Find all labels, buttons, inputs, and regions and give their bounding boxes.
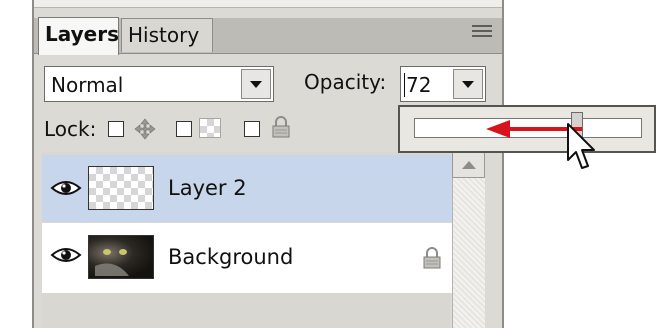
lock-label: Lock:: [44, 117, 97, 141]
layers-scrollbar[interactable]: [452, 152, 485, 328]
transparency-lock-icon: [199, 118, 221, 138]
scroll-up-button[interactable]: [452, 152, 485, 178]
opacity-label: Opacity:: [304, 70, 387, 94]
lock-all-checkbox[interactable]: [244, 121, 260, 137]
tab-history[interactable]: History: [121, 18, 213, 52]
opacity-input[interactable]: 72: [400, 66, 486, 102]
opacity-value: 72: [404, 73, 432, 97]
blend-mode-value: Normal: [51, 73, 124, 97]
lock-pixels-checkbox[interactable]: [108, 121, 124, 137]
blend-mode-select[interactable]: Normal: [44, 66, 274, 102]
layer-thumbnail: [88, 166, 154, 210]
move-icon: [134, 118, 156, 140]
lock-icon: [270, 115, 292, 138]
tab-layers[interactable]: Layers: [38, 17, 119, 55]
mouse-cursor-icon: [566, 122, 598, 176]
panel-top-border: [34, 0, 502, 8]
eye-icon[interactable]: [50, 179, 82, 197]
layer-thumbnail: [88, 235, 154, 279]
lock-position-checkbox[interactable]: [176, 121, 192, 137]
opacity-dropdown-arrow[interactable]: [453, 69, 483, 99]
panel-menu-icon[interactable]: [472, 22, 492, 40]
layer-name: Layer 2: [168, 176, 247, 200]
layer-name: Background: [168, 245, 294, 269]
blend-mode-dropdown-arrow[interactable]: [241, 69, 271, 99]
eye-icon[interactable]: [50, 246, 82, 264]
lock-icon: [420, 246, 444, 270]
